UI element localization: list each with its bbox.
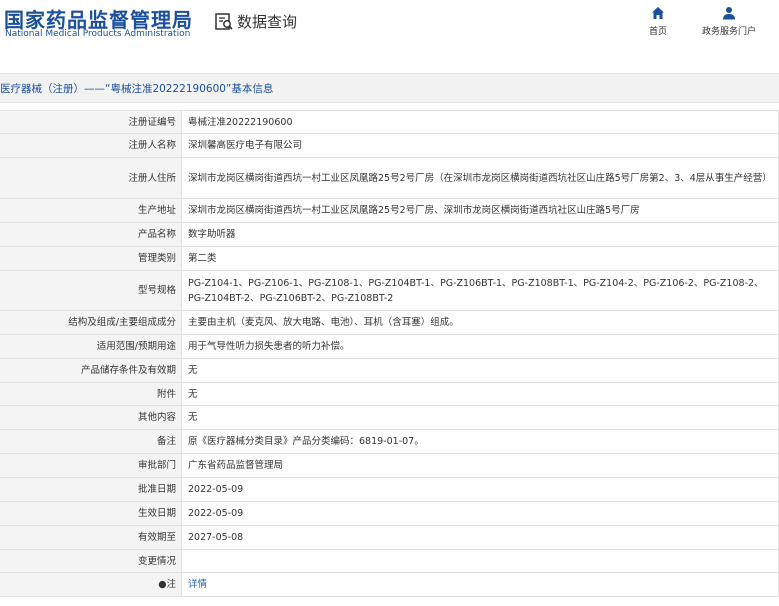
row-value: 原《医疗器械分类目录》产品分类编码：6819-01-07。 xyxy=(181,429,779,454)
row-value: 用于气导性听力损失患者的听力补偿。 xyxy=(181,334,779,359)
row-label: 生效日期 xyxy=(0,501,182,526)
row-label: 其他内容 xyxy=(0,405,182,430)
table-row: 管理类别 第二类 xyxy=(0,246,779,271)
row-value: PG-Z104-1、PG-Z106-1、PG-Z108-1、PG-Z104BT-… xyxy=(181,270,779,311)
row-value: 数字助听器 xyxy=(181,222,779,247)
table-row: 附件 无 xyxy=(0,382,779,406)
table-row: 有效期至 2027-05-08 xyxy=(0,525,779,550)
table-row: 变更情况 xyxy=(0,549,779,573)
data-query-icon xyxy=(215,13,233,30)
table-row: 结构及组成/主要组成成分 主要由主机（麦克风、放大电路、电池）、耳机（含耳塞）组… xyxy=(0,310,779,335)
table-row: 产品储存条件及有效期 无 xyxy=(0,358,779,383)
row-label: ●注 xyxy=(0,572,182,597)
site-logo-en[interactable]: National Medical Products Administration xyxy=(5,29,190,39)
row-label: 注册人住所 xyxy=(0,157,182,199)
row-value: 主要由主机（麦克风、放大电路、电池）、耳机（含耳塞）组成。 xyxy=(181,310,779,335)
row-label: 附件 xyxy=(0,382,182,406)
site-header: 国家药品监督管理局 National Medical Products Admi… xyxy=(0,0,779,64)
detail-title-bar: 医疗器械（注册）——“粤械注准20222190600”基本信息 xyxy=(0,73,779,103)
table-row: 注册证编号 粤械注准20222190600 xyxy=(0,110,779,134)
table-row: 生产地址 深圳市龙岗区横岗街道西坑一村工业区凤凰路25号2号厂房、深圳市龙岗区横… xyxy=(0,198,779,223)
row-label: 有效期至 xyxy=(0,525,182,550)
table-row: 注册人名称 深圳馨高医疗电子有限公司 xyxy=(0,133,779,158)
row-label: 注册证编号 xyxy=(0,110,182,134)
row-value: 第二类 xyxy=(181,246,779,271)
registration-info-table: 注册证编号 粤械注准20222190600 注册人名称 深圳馨高医疗电子有限公司… xyxy=(0,110,779,597)
user-icon xyxy=(723,7,735,20)
row-label: 产品名称 xyxy=(0,222,182,247)
nav-home-label: 首页 xyxy=(649,27,668,37)
row-label: 生产地址 xyxy=(0,198,182,223)
data-query-link[interactable]: 数据查询 xyxy=(214,10,297,32)
row-value: 深圳市龙岗区横岗街道西坑一村工业区凤凰路25号2号厂房（在深圳市龙岗区横岗街道西… xyxy=(181,157,779,199)
row-value: 2027-05-08 xyxy=(181,525,779,550)
row-label: 审批部门 xyxy=(0,453,182,478)
row-label: 批准日期 xyxy=(0,477,182,502)
nav-service-portal[interactable]: 政务服务门户 xyxy=(702,6,756,37)
table-row: 注册人住所 深圳市龙岗区横岗街道西坑一村工业区凤凰路25号2号厂房（在深圳市龙岗… xyxy=(0,157,779,199)
row-label: 型号规格 xyxy=(0,270,182,311)
table-row: 备注 原《医疗器械分类目录》产品分类编码：6819-01-07。 xyxy=(0,429,779,454)
row-value: 广东省药品监督管理局 xyxy=(181,453,779,478)
row-value: 无 xyxy=(181,405,779,430)
row-label: 注册人名称 xyxy=(0,133,182,158)
page-title: 医疗器械（注册）——“粤械注准20222190600”基本信息 xyxy=(0,83,274,95)
table-row: 生效日期 2022-05-09 xyxy=(0,501,779,526)
table-row: 适用范围/预期用途 用于气导性听力损失患者的听力补偿。 xyxy=(0,334,779,359)
table-row: 产品名称 数字助听器 xyxy=(0,222,779,247)
row-label: 适用范围/预期用途 xyxy=(0,334,182,359)
row-value: 2022-05-09 xyxy=(181,477,779,502)
details-link[interactable]: 详情 xyxy=(188,579,207,590)
row-value: 详情 xyxy=(181,572,779,597)
table-row: ●注 详情 xyxy=(0,572,779,597)
row-label: 变更情况 xyxy=(0,549,182,573)
row-label: 产品储存条件及有效期 xyxy=(0,358,182,383)
home-icon xyxy=(652,7,664,19)
row-label: 备注 xyxy=(0,429,182,454)
table-row: 审批部门 广东省药品监督管理局 xyxy=(0,453,779,478)
row-value: 无 xyxy=(181,358,779,383)
table-row: 型号规格 PG-Z104-1、PG-Z106-1、PG-Z108-1、PG-Z1… xyxy=(0,270,779,311)
row-value: 2022-05-09 xyxy=(181,501,779,526)
row-value: 深圳市龙岗区横岗街道西坑一村工业区凤凰路25号2号厂房、深圳市龙岗区横岗街道西坑… xyxy=(181,198,779,223)
row-value: 深圳馨高医疗电子有限公司 xyxy=(181,133,779,158)
row-value: 无 xyxy=(181,382,779,406)
nav-home[interactable]: 首页 xyxy=(649,6,667,37)
data-query-label: 数据查询 xyxy=(237,12,298,31)
row-label: 管理类别 xyxy=(0,246,182,271)
row-value: 粤械注准20222190600 xyxy=(181,110,779,134)
table-row: 批准日期 2022-05-09 xyxy=(0,477,779,502)
nav-service-label: 政务服务门户 xyxy=(702,27,757,37)
row-label: 结构及组成/主要组成成分 xyxy=(0,310,182,335)
row-value xyxy=(181,549,779,573)
table-row: 其他内容 无 xyxy=(0,405,779,430)
